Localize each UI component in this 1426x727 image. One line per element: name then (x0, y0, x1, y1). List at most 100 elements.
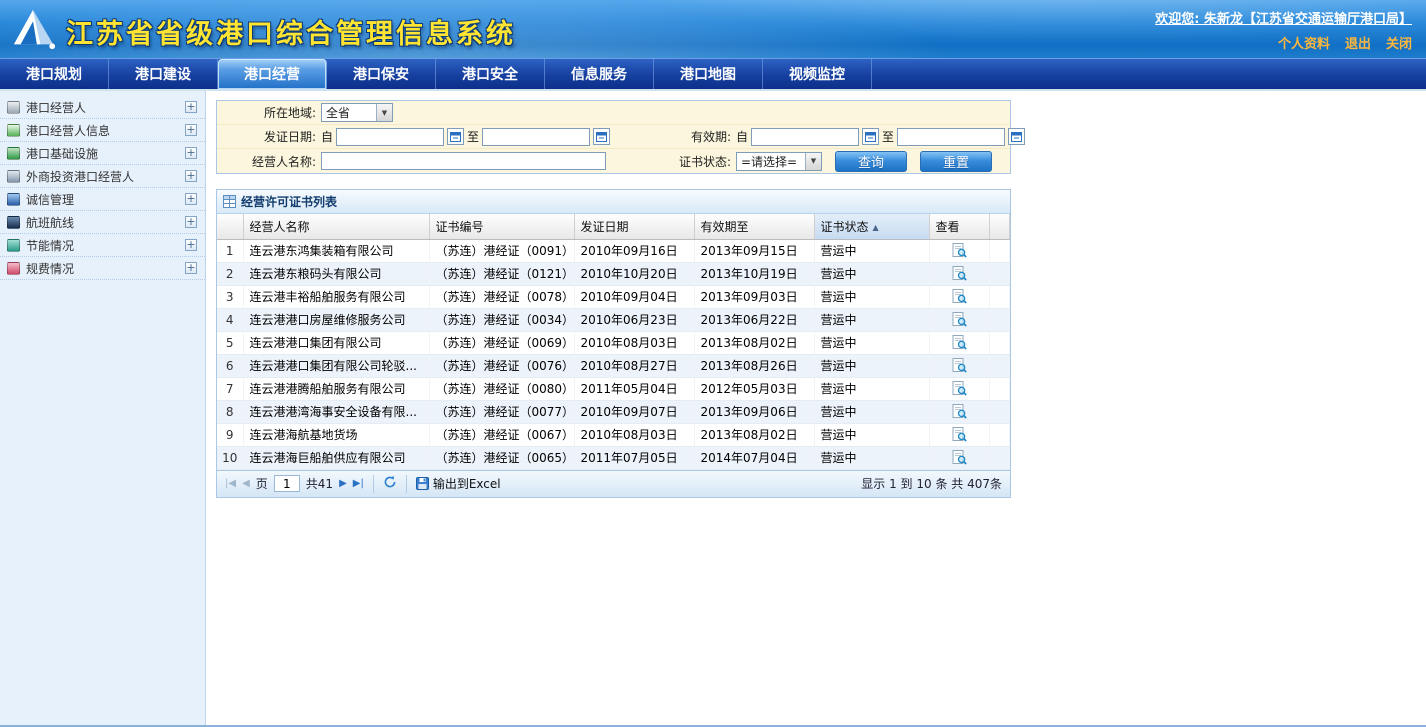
row-number: 2 (217, 262, 243, 285)
col-valid-until[interactable]: 有效期至 (694, 214, 814, 239)
total-pages-label: 共41 (306, 475, 333, 492)
calendar-icon[interactable] (862, 128, 879, 145)
cert-no-cell: （苏连）港经证（0121）号 (429, 262, 574, 285)
sidebar-item[interactable]: 规费情况 + (0, 257, 205, 280)
expand-plus-icon[interactable]: + (185, 239, 197, 251)
validity-to-input[interactable] (897, 128, 1005, 146)
last-page-button[interactable]: ▶| (353, 478, 364, 489)
validity-from-input[interactable] (751, 128, 859, 146)
col-issue-date[interactable]: 发证日期 (574, 214, 694, 239)
header-link[interactable]: 退出 (1345, 33, 1371, 52)
sidebar-item[interactable]: 航班航线 + (0, 211, 205, 234)
expand-plus-icon[interactable]: + (185, 216, 197, 228)
table-row: 1 连云港东鸿集装箱有限公司 （苏连）港经证（0091）号 2010年09月16… (217, 239, 1010, 262)
row-number: 5 (217, 331, 243, 354)
divider (406, 475, 407, 493)
nav-tab-label: 港口保安 (353, 64, 409, 84)
filler-cell (989, 285, 1010, 308)
cert-no-cell: （苏连）港经证（0065）号 (429, 446, 574, 469)
expand-plus-icon[interactable]: + (185, 193, 197, 205)
col-operator-name[interactable]: 经营人名称 (243, 214, 429, 239)
nav-tab[interactable]: 港口经营 (218, 59, 327, 89)
view-button[interactable] (952, 243, 967, 258)
cert-no-cell: （苏连）港经证（0034）号 (429, 308, 574, 331)
operator-name-label: 经营人名称: (217, 153, 321, 170)
region-select[interactable]: 全省 ▼ (321, 103, 393, 122)
table-row: 8 连云港港湾海事安全设备有限... （苏连）港经证（0077）号 2010年0… (217, 400, 1010, 423)
operator-name-cell: 连云港海航基地货场 (243, 423, 429, 446)
row-number: 8 (217, 400, 243, 423)
sidebar-item-label: 航班航线 (26, 214, 179, 231)
nav-tab-label: 港口安全 (462, 64, 518, 84)
cert-no-cell: （苏连）港经证（0077）号 (429, 400, 574, 423)
query-button[interactable]: 查询 (835, 151, 907, 172)
export-excel-button[interactable]: 输出到Excel (416, 475, 501, 492)
view-button[interactable] (952, 381, 967, 396)
sidebar-item[interactable]: 港口经营人 + (0, 96, 205, 119)
sidebar-item[interactable]: 节能情况 + (0, 234, 205, 257)
next-page-button[interactable]: ▶ (339, 478, 347, 489)
foreign-investment-icon (7, 170, 20, 183)
operator-name-input[interactable] (321, 152, 606, 170)
calendar-icon[interactable] (593, 128, 610, 145)
valid-until-cell: 2013年09月06日 (694, 400, 814, 423)
sidebar-item[interactable]: 港口基础设施 + (0, 142, 205, 165)
sidebar-item-label: 港口基础设施 (26, 145, 179, 162)
nav-tab[interactable]: 视频监控 (763, 59, 872, 89)
expand-plus-icon[interactable]: + (185, 170, 197, 182)
nav-tab-label: 港口地图 (680, 64, 736, 84)
col-cert-status[interactable]: 证书状态▲ (814, 214, 929, 239)
view-button[interactable] (952, 404, 967, 419)
nav-tab[interactable]: 信息服务 (545, 59, 654, 89)
view-button[interactable] (952, 427, 967, 442)
row-number: 4 (217, 308, 243, 331)
header-link[interactable]: 关闭 (1386, 33, 1412, 52)
table-row: 7 连云港港腾船舶服务有限公司 （苏连）港经证（0080）号 2011年05月0… (217, 377, 1010, 400)
nav-tab[interactable]: 港口安全 (436, 59, 545, 89)
expand-plus-icon[interactable]: + (185, 101, 197, 113)
nav-tab[interactable]: 港口地图 (654, 59, 763, 89)
refresh-icon[interactable] (383, 475, 397, 492)
sidebar-item[interactable]: 港口经营人信息 + (0, 119, 205, 142)
view-button[interactable] (952, 358, 967, 373)
calendar-icon[interactable] (447, 128, 464, 145)
reset-button[interactable]: 重置 (920, 151, 992, 172)
view-button[interactable] (952, 335, 967, 350)
nav-tab[interactable]: 港口规划 (0, 59, 109, 89)
expand-plus-icon[interactable]: + (185, 124, 197, 136)
expand-plus-icon[interactable]: + (185, 262, 197, 274)
issue-date-to-input[interactable] (482, 128, 590, 146)
view-button[interactable] (952, 266, 967, 281)
cert-status-select[interactable]: =请选择= ▼ (736, 152, 822, 171)
calendar-icon[interactable] (1008, 128, 1025, 145)
issue-date-from-input[interactable] (336, 128, 444, 146)
view-button[interactable] (952, 450, 967, 465)
header-link[interactable]: 个人资料 (1278, 33, 1330, 52)
cert-no-cell: （苏连）港经证（0080）号 (429, 377, 574, 400)
export-excel-label: 输出到Excel (433, 475, 501, 492)
col-filler (989, 214, 1010, 239)
header: 江苏省省级港口综合管理信息系统 欢迎您: 朱新龙【江苏省交通运输厅港口局】 个人… (0, 0, 1426, 58)
nav-tab[interactable]: 港口保安 (327, 59, 436, 89)
sidebar-item[interactable]: 外商投资港口经营人 + (0, 165, 205, 188)
sidebar-item-label: 港口经营人 (26, 99, 179, 116)
status-cell: 营运中 (814, 446, 929, 469)
cert-status-value: =请选择= (737, 153, 805, 170)
view-button[interactable] (952, 289, 967, 304)
pager: |◀ ◀ 页 共41 ▶ ▶| 输出到Excel (217, 470, 1010, 497)
issue-date-cell: 2010年09月04日 (574, 285, 694, 308)
issue-date-cell: 2010年10月20日 (574, 262, 694, 285)
col-cert-no[interactable]: 证书编号 (429, 214, 574, 239)
view-button[interactable] (952, 312, 967, 327)
expand-plus-icon[interactable]: + (185, 147, 197, 159)
nav-tab[interactable]: 港口建设 (109, 59, 218, 89)
sidebar-item[interactable]: 诚信管理 + (0, 188, 205, 211)
valid-until-cell: 2013年08月02日 (694, 423, 814, 446)
col-rownum (217, 214, 243, 239)
region-label: 所在地域: (217, 104, 321, 121)
page-number-input[interactable] (274, 475, 300, 492)
table-row: 6 连云港港口集团有限公司轮驳... （苏连）港经证（0076）号 2010年0… (217, 354, 1010, 377)
energy-icon (7, 239, 20, 252)
prev-page-button[interactable]: ◀ (242, 478, 250, 489)
first-page-button[interactable]: |◀ (225, 478, 236, 489)
